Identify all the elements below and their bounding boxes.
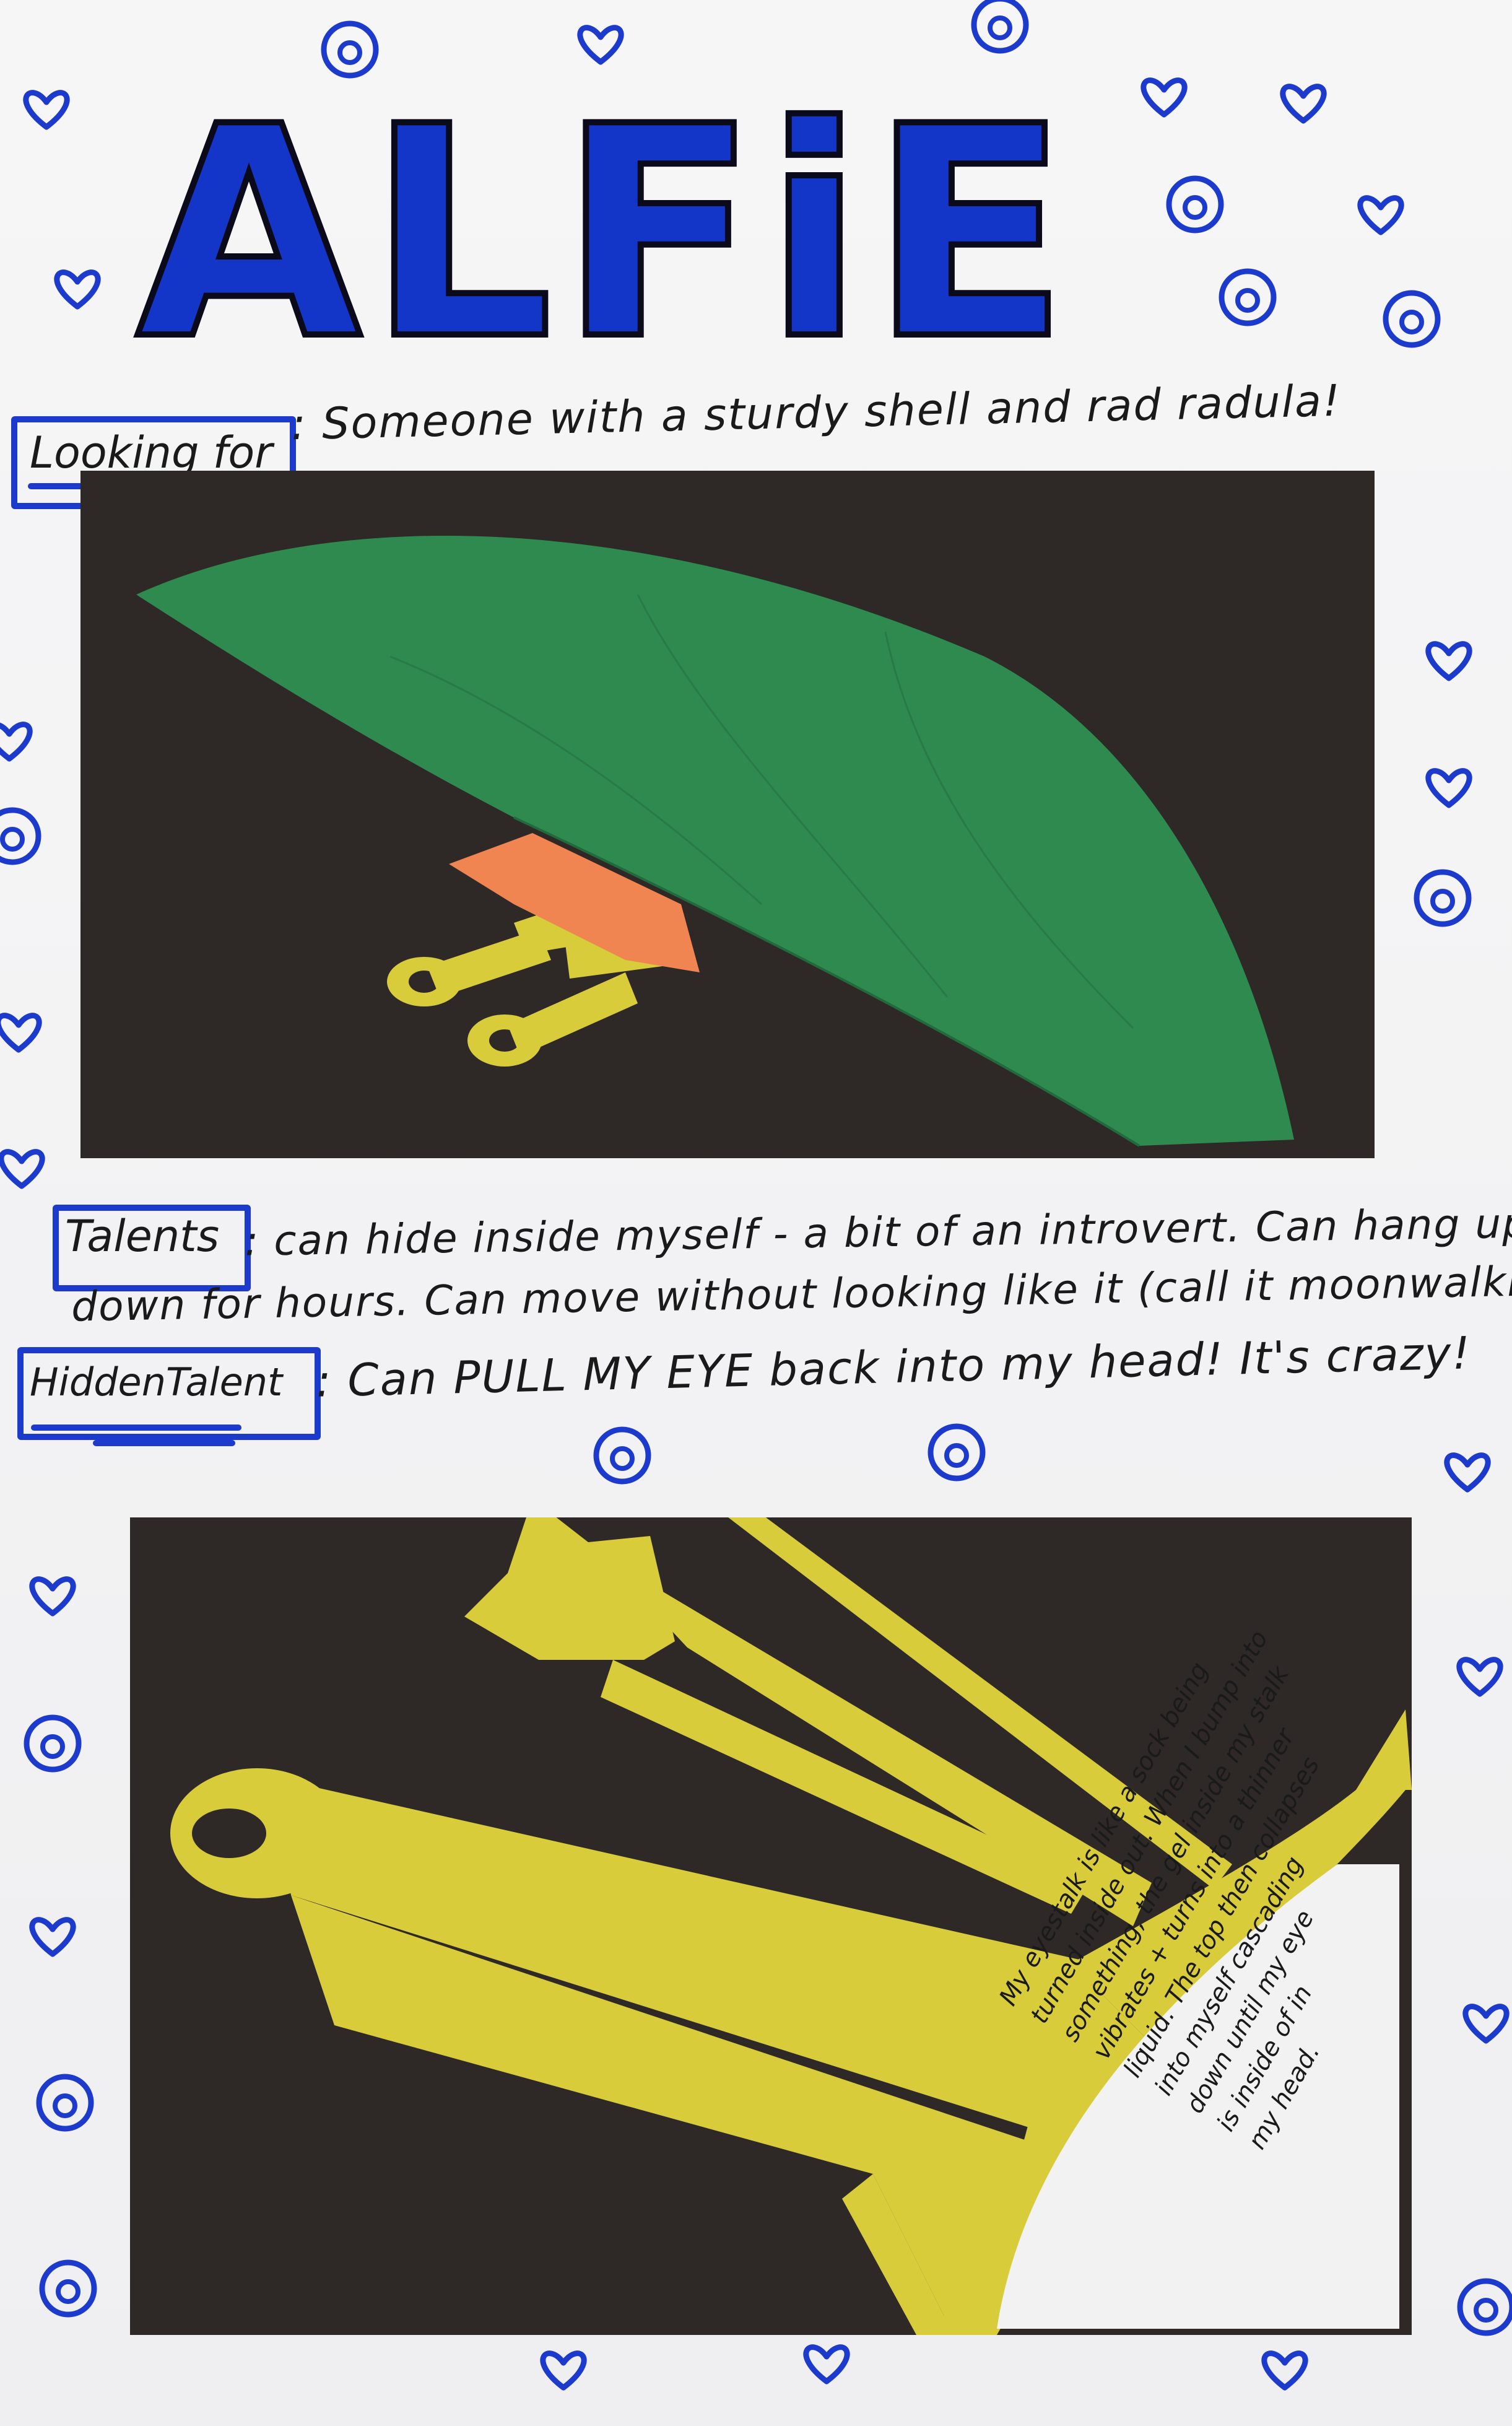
heart-icon	[1466, 2007, 1506, 2041]
spiral-icon	[39, 2077, 91, 2129]
poster: ALFiE Looking for : Someone with a sturd…	[0, 0, 1512, 2426]
hidden-talent-underline-2	[93, 1440, 235, 1446]
spiral-icon	[42, 2262, 94, 2315]
heart-icon	[0, 725, 30, 759]
panel-hiding-snail	[80, 471, 1375, 1158]
heart-icon	[32, 1579, 73, 1613]
talents-label: Talents	[65, 1211, 220, 1262]
heart-icon	[1428, 644, 1469, 678]
spiral-icon	[596, 1429, 648, 1481]
heart-icon	[543, 2354, 584, 2388]
heart-icon	[1428, 771, 1469, 805]
hidden-talent-label: HiddenTalent	[30, 1359, 283, 1405]
looking-for-text: : Someone with a sturdy shell and rad ra…	[290, 375, 1342, 450]
talents-line-2: down for hours. Can move without looking…	[71, 1256, 1512, 1331]
spiral-icon	[27, 1717, 79, 1769]
title: ALFiE	[136, 64, 1075, 384]
spiral-icon	[1386, 293, 1438, 345]
heart-icon	[57, 273, 98, 307]
green-shell	[136, 536, 1294, 1147]
heart-icon	[1, 1152, 42, 1186]
heart-icon	[1447, 1455, 1488, 1490]
spiral-icon	[931, 1426, 983, 1478]
heart-icon	[1360, 198, 1401, 232]
heart-icon	[32, 1920, 73, 1954]
hidden-talent-underline	[31, 1425, 241, 1431]
hidden-talent-text: : Can PULL MY EYE back into my head! It'…	[315, 1327, 1472, 1407]
spiral-icon	[1417, 872, 1469, 924]
heart-icon	[1264, 2354, 1305, 2388]
spiral-icon	[1222, 271, 1274, 323]
heart-icon	[0, 1016, 39, 1050]
panel-hiding-art	[136, 536, 1294, 1147]
talents-line-1: : can hide inside myself - a bit of an i…	[244, 1198, 1512, 1265]
spiral-icon	[0, 810, 38, 862]
title-lettering: ALFiE	[133, 61, 1075, 384]
heart-icon	[1283, 87, 1324, 121]
heart-icon	[806, 2347, 847, 2381]
spiral-icon	[1169, 178, 1221, 230]
spiral-icon	[1460, 2281, 1512, 2333]
heart-icon	[26, 93, 67, 127]
